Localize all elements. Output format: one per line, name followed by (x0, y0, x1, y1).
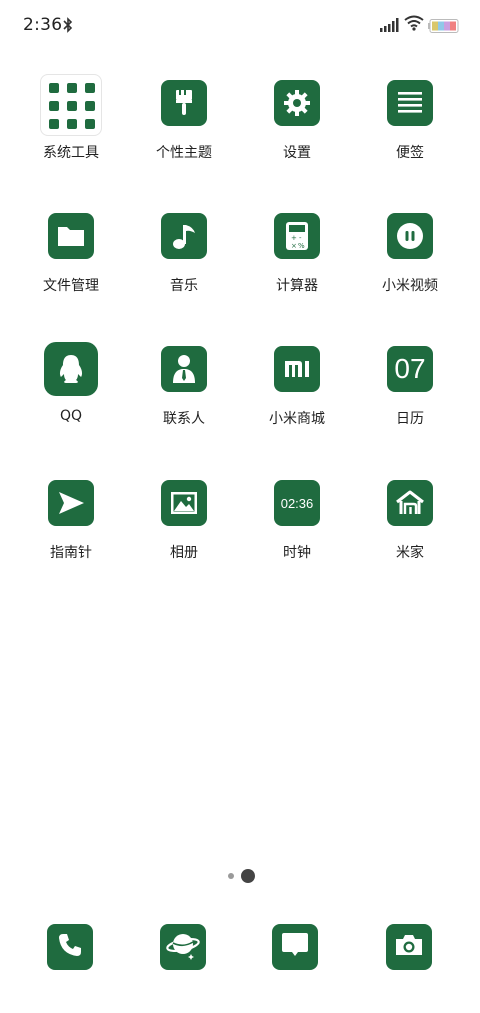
app-label: 系统工具 (43, 145, 99, 161)
app-label: 指南针 (50, 545, 92, 561)
contact-person-icon (161, 346, 207, 392)
svg-text:+: + (291, 234, 297, 242)
notes-lines-icon (387, 80, 433, 126)
browser-planet-icon (166, 929, 200, 965)
clock-icon: 02:36 (274, 480, 320, 526)
app-settings[interactable]: 设置 (241, 80, 353, 190)
app-label: 文件管理 (43, 278, 99, 294)
calendar-icon: 07 (387, 346, 433, 392)
app-label: QQ (59, 408, 83, 424)
svg-text:×: × (291, 242, 297, 250)
app-label: 便签 (396, 145, 424, 161)
calculator-icon: + - × % (274, 213, 320, 259)
home-icon (387, 480, 433, 526)
page-dot-active[interactable] (241, 869, 255, 883)
app-mi-home[interactable]: 米家 (354, 480, 466, 590)
bluetooth-icon (63, 16, 73, 38)
battery-icon (428, 18, 460, 37)
app-label: 时钟 (283, 545, 311, 561)
app-label: 米家 (396, 545, 424, 561)
paintbrush-icon (161, 80, 207, 126)
app-file-manager[interactable]: 文件管理 (15, 213, 127, 323)
mi-logo-icon (274, 346, 320, 392)
app-music[interactable]: 音乐 (128, 213, 240, 323)
clock-time-text: 02:36 (280, 495, 314, 511)
svg-text:%: % (298, 242, 305, 250)
app-mi-video[interactable]: 小米视频 (354, 213, 466, 323)
app-compass[interactable]: 指南针 (15, 480, 127, 590)
app-label: 相册 (170, 545, 198, 561)
app-system-tools[interactable]: 系统工具 (15, 80, 127, 190)
app-label: 音乐 (170, 278, 198, 294)
app-label: 联系人 (163, 411, 205, 427)
app-qq[interactable]: QQ (15, 342, 127, 456)
status-time: 2:36 (23, 15, 63, 35)
app-clock[interactable]: 02:36 时钟 (241, 480, 353, 590)
camera-icon (394, 932, 424, 962)
app-label: 小米商城 (269, 411, 325, 427)
app-notes[interactable]: 便签 (354, 80, 466, 190)
app-calculator[interactable]: + - × % 计算器 (241, 213, 353, 323)
dock-messages[interactable] (272, 924, 318, 970)
compass-arrow-icon (48, 480, 94, 526)
folder-icon (48, 213, 94, 259)
phone-icon (57, 932, 83, 962)
status-bar: 2:36 (0, 0, 480, 52)
app-label: 设置 (283, 145, 311, 161)
app-themes[interactable]: 个性主题 (128, 80, 240, 190)
dock-browser[interactable] (160, 924, 206, 970)
app-mi-store[interactable]: 小米商城 (241, 346, 353, 456)
page-indicator (0, 868, 480, 884)
home-screen: 2:36 系统工具 个性主题 设置 便签 文件管理 音乐 + - × % 计算器… (0, 0, 480, 1013)
app-calendar[interactable]: 07 日历 (354, 346, 466, 456)
app-contacts[interactable]: 联系人 (128, 346, 240, 456)
app-label: 日历 (396, 411, 424, 427)
dock-camera[interactable] (386, 924, 432, 970)
messages-icon (280, 931, 310, 963)
qq-penguin-icon (44, 342, 98, 396)
app-gallery[interactable]: 相册 (128, 480, 240, 590)
page-dot[interactable] (228, 873, 234, 879)
app-label: 计算器 (276, 278, 318, 294)
music-note-icon (161, 213, 207, 259)
calendar-date-text: 07 (394, 353, 426, 384)
signal-icon (380, 17, 400, 36)
dock-phone[interactable] (47, 924, 93, 970)
app-label: 个性主题 (156, 145, 212, 161)
wifi-icon (404, 15, 424, 35)
gallery-image-icon (161, 480, 207, 526)
video-pause-icon (387, 213, 433, 259)
gear-icon (274, 80, 320, 126)
app-label: 小米视频 (382, 278, 438, 294)
